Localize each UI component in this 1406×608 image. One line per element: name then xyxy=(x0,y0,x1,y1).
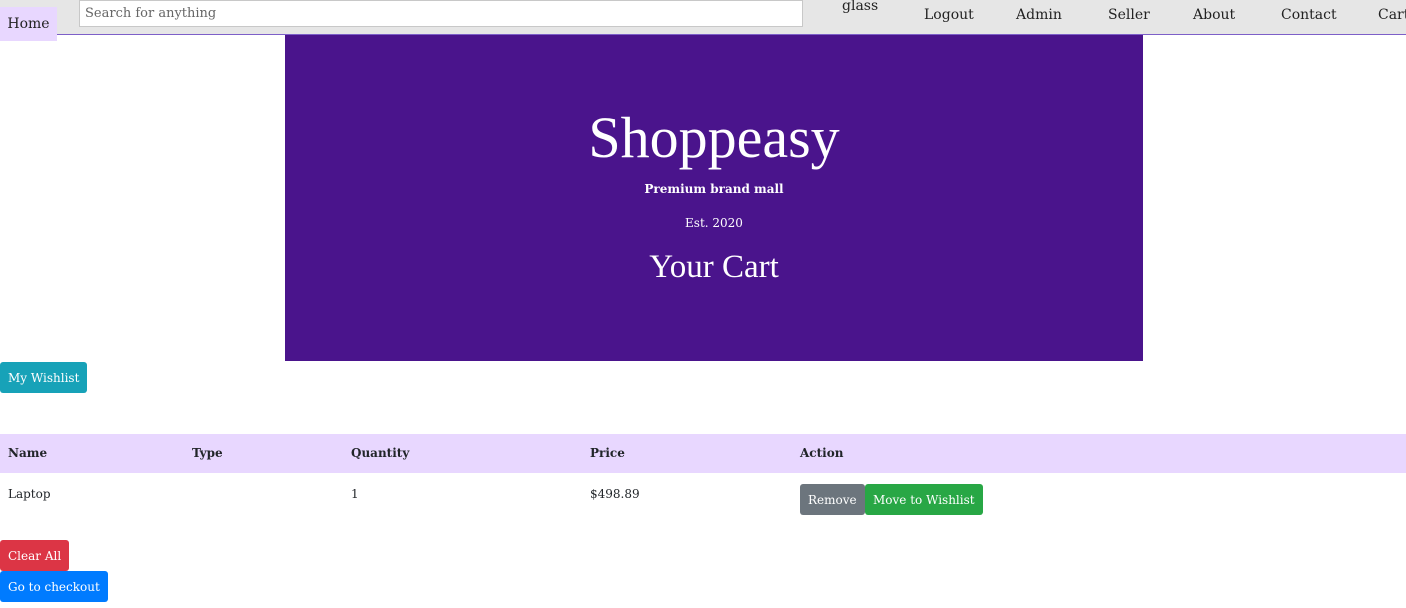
home-link[interactable]: Home xyxy=(0,7,57,41)
checkout-button[interactable]: Go to checkout xyxy=(0,571,108,602)
column-header-type: Type xyxy=(192,446,223,460)
move-to-wishlist-button[interactable]: Move to Wishlist xyxy=(865,484,983,515)
nav-link-about[interactable]: About xyxy=(1193,7,1235,23)
nav-link-logout[interactable]: Logout xyxy=(924,7,974,23)
search-icon[interactable]: glass xyxy=(842,0,878,13)
nav-link-seller[interactable]: Seller xyxy=(1108,7,1150,23)
cell-quantity: 1 xyxy=(351,487,359,501)
home-label: Home xyxy=(7,16,50,32)
column-header-quantity: Quantity xyxy=(351,446,410,460)
cell-price: $498.89 xyxy=(590,487,640,501)
search-input[interactable] xyxy=(79,0,803,27)
column-header-price: Price xyxy=(590,446,625,460)
page-title: Your Cart xyxy=(649,249,779,285)
my-wishlist-button[interactable]: My Wishlist xyxy=(0,362,88,393)
brand-tagline: Premium brand mall xyxy=(644,182,784,196)
top-navbar: Home glass Logout Admin Seller About Con… xyxy=(0,0,1406,41)
cart-table-header: Name Type Quantity Price Action xyxy=(0,434,1406,473)
column-header-name: Name xyxy=(8,446,48,460)
nav-link-admin[interactable]: Admin xyxy=(1016,7,1062,23)
established-text: Est. 2020 xyxy=(685,216,743,230)
clear-all-button[interactable]: Clear All xyxy=(0,540,70,571)
hero-banner: Shoppeasy Premium brand mall Est. 2020 Y… xyxy=(285,35,1143,361)
remove-item-button[interactable]: Remove xyxy=(800,484,865,515)
brand-title: Shoppeasy xyxy=(588,105,840,170)
nav-link-cart[interactable]: Cart xyxy=(1378,7,1406,23)
cell-name: Laptop xyxy=(8,487,51,501)
nav-link-contact[interactable]: Contact xyxy=(1281,7,1337,23)
column-header-action: Action xyxy=(800,446,844,460)
